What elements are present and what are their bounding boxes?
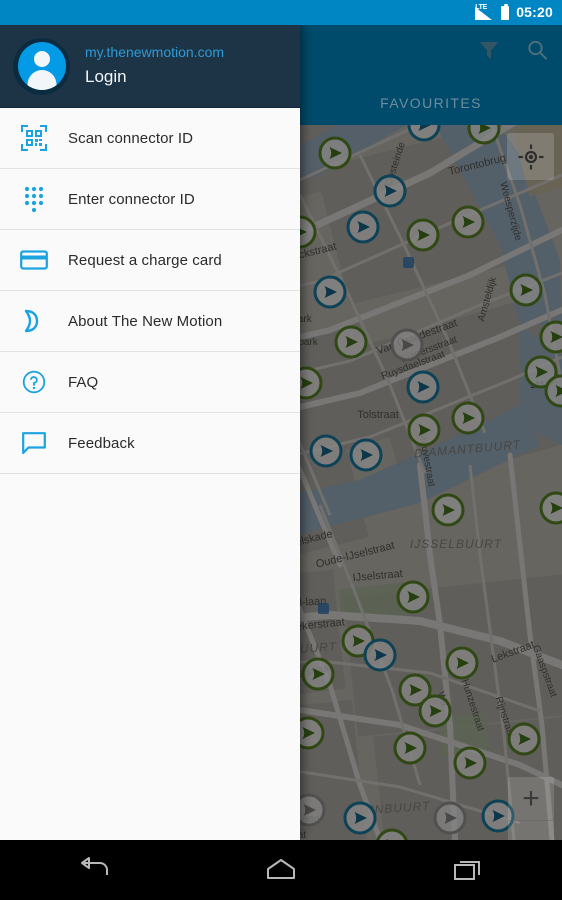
drawer-item-request-charge-card[interactable]: Request a charge card xyxy=(0,230,300,291)
home-button[interactable] xyxy=(226,840,336,900)
dialpad-icon xyxy=(0,185,68,214)
app-root: Oosteinde Torontobrug Weesperzijde ert Flin… xyxy=(0,0,562,900)
back-button[interactable] xyxy=(39,840,149,900)
newmotion-logo-icon xyxy=(0,308,68,334)
map-marker-green[interactable] xyxy=(396,580,430,614)
map-marker-green[interactable] xyxy=(539,320,562,354)
search-icon[interactable] xyxy=(526,39,548,66)
android-nav-bar xyxy=(0,840,562,900)
drawer-menu-list: Scan connector ID Enter connector ID Requ… xyxy=(0,108,300,840)
battery-icon xyxy=(501,3,510,20)
filter-icon[interactable] xyxy=(478,39,500,66)
map-marker-blue[interactable] xyxy=(406,370,440,404)
recents-button[interactable] xyxy=(413,840,523,900)
map-marker-green[interactable] xyxy=(451,401,485,435)
map-marker-green[interactable] xyxy=(376,828,408,840)
drawer-header-text: my.thenewmotion.com Login xyxy=(85,43,224,89)
drawer-item-faq[interactable]: FAQ xyxy=(0,352,300,413)
feedback-icon xyxy=(0,431,68,455)
my-location-button[interactable] xyxy=(507,133,554,180)
avatar-head xyxy=(33,51,50,67)
qr-scan-icon xyxy=(0,125,68,151)
account-login-label: Login xyxy=(85,67,127,86)
map-marker-green[interactable] xyxy=(406,218,440,252)
app-bar-actions xyxy=(478,25,548,80)
map-marker-green[interactable] xyxy=(507,722,541,756)
map-marker-blue[interactable] xyxy=(346,210,380,244)
map-marker-blue[interactable] xyxy=(343,801,377,835)
map-marker-green[interactable] xyxy=(445,646,479,680)
map-marker-green[interactable] xyxy=(407,413,441,447)
drawer-item-about[interactable]: About The New Motion xyxy=(0,291,300,352)
drawer-account-header[interactable]: my.thenewmotion.com Login xyxy=(0,25,300,108)
drawer-item-scan-connector-id[interactable]: Scan connector ID xyxy=(0,108,300,169)
recents-icon xyxy=(454,861,481,880)
credit-card-icon xyxy=(0,249,68,271)
map-marker-blue[interactable] xyxy=(349,438,383,472)
map-marker-gray[interactable] xyxy=(390,328,424,362)
drawer-item-label: Feedback xyxy=(68,434,135,452)
map-marker-green[interactable] xyxy=(509,273,543,307)
map-marker-green[interactable] xyxy=(393,731,427,765)
tab-favourites[interactable]: FAVOURITES xyxy=(380,95,482,111)
map-marker-blue[interactable] xyxy=(373,174,407,208)
map-marker-green[interactable] xyxy=(431,493,465,527)
status-bar: LTE 05:20 xyxy=(0,0,562,25)
map-marker-blue[interactable] xyxy=(309,434,343,468)
map-marker-green[interactable] xyxy=(451,205,485,239)
map-marker-green[interactable] xyxy=(418,694,452,728)
drawer-item-label: FAQ xyxy=(68,373,99,391)
back-icon xyxy=(80,857,108,875)
map-marker-green[interactable] xyxy=(453,746,487,780)
home-icon xyxy=(266,859,295,879)
status-clock: 05:20 xyxy=(516,4,553,20)
map-marker-gray[interactable] xyxy=(433,801,467,835)
map-marker-green[interactable] xyxy=(301,657,335,691)
drawer-item-label: About The New Motion xyxy=(68,312,223,330)
drawer-item-label: Enter connector ID xyxy=(68,190,195,208)
navigation-drawer[interactable]: my.thenewmotion.com Login Scan connector… xyxy=(0,25,300,840)
account-avatar-icon[interactable] xyxy=(13,37,70,95)
drawer-item-label: Request a charge card xyxy=(68,251,222,269)
zoom-in-button[interactable]: + xyxy=(508,777,554,821)
map-marker-green[interactable] xyxy=(318,136,352,170)
my-location-icon xyxy=(518,144,543,169)
account-url: my.thenewmotion.com xyxy=(85,44,225,60)
drawer-item-label: Scan connector ID xyxy=(68,129,194,147)
map-marker-green[interactable] xyxy=(539,491,562,525)
signal-lte-icon: LTE xyxy=(475,4,494,20)
lte-label: LTE xyxy=(475,4,487,11)
drawer-item-feedback[interactable]: Feedback xyxy=(0,413,300,474)
map-marker-blue[interactable] xyxy=(363,638,397,672)
map-marker-green[interactable] xyxy=(334,325,368,359)
drawer-item-enter-connector-id[interactable]: Enter connector ID xyxy=(0,169,300,230)
avatar-body xyxy=(27,70,56,90)
map-marker-green[interactable] xyxy=(544,374,562,408)
map-marker-blue[interactable] xyxy=(313,275,347,309)
avatar-inner xyxy=(17,42,66,90)
help-circle-icon xyxy=(0,370,68,394)
app-bar-tabs: FAVOURITES xyxy=(300,80,562,125)
